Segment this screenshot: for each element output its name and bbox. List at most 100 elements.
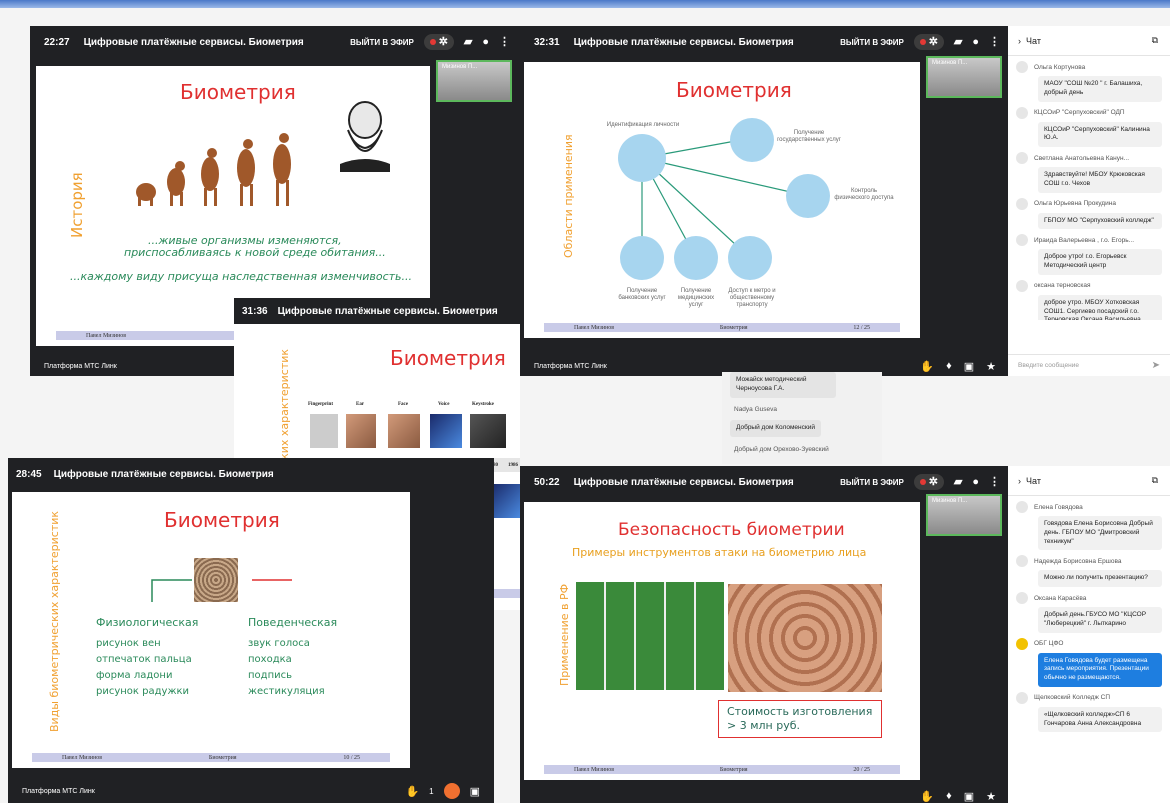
- window-header: 22:27 Цифровые платёжные сервисы. Биомет…: [30, 26, 520, 58]
- more-icon[interactable]: ⋮: [499, 36, 510, 48]
- window-footer: Платформа МТС Линк ✋ 1 ▣: [8, 779, 494, 803]
- identity-circle: [618, 134, 666, 182]
- chat-title: Чат: [1026, 475, 1041, 486]
- screen-icon[interactable]: ▣: [470, 785, 480, 798]
- chat-message: Ольга Юрьевна Прокудина ГБПОУ МО "Серпухо…: [1016, 197, 1162, 230]
- chat-message: Ольга Кортунова МАОУ "СОШ №20 " г. Балаши…: [1016, 61, 1162, 102]
- avatar: [1016, 279, 1028, 292]
- reaction-button[interactable]: [443, 783, 460, 799]
- slide-footer: Павел Мизинов Биометрия 10 / 25: [32, 753, 390, 762]
- hand-count: 1: [429, 786, 434, 796]
- avatar: [1016, 106, 1028, 119]
- reaction-icon[interactable]: ♦: [946, 360, 952, 373]
- camera-thumbnail[interactable]: Мизинов П...: [926, 56, 1002, 98]
- medical-circle: [674, 236, 718, 280]
- chat-header: › Чат ⧉: [1008, 466, 1170, 496]
- chat-icon[interactable]: ▰: [954, 36, 962, 48]
- metro-circle: [728, 236, 772, 280]
- record-icon: [919, 479, 926, 485]
- slide-title: Безопасность биометрии: [618, 520, 845, 540]
- platform-label: Платформа МТС Линк: [22, 787, 95, 795]
- record-toggle[interactable]: ✲: [423, 34, 454, 50]
- thumb-name: Мизинов П...: [932, 60, 968, 66]
- camera-thumbnail[interactable]: Мизинов П...: [926, 494, 1002, 536]
- screen-icon[interactable]: ▣: [964, 790, 974, 803]
- record-icon: [429, 39, 436, 45]
- darwin-portrait: [340, 101, 390, 172]
- record-toggle[interactable]: ✲: [913, 34, 944, 50]
- send-icon[interactable]: ➤: [1152, 360, 1160, 371]
- col1-title: Физиологическая: [96, 616, 199, 629]
- slide-footer: Павел Мизинов Биометрия 20 / 25: [544, 765, 900, 774]
- chat-message: ОБГ ЦФО Елена Говядова будет размещена за…: [1016, 637, 1162, 687]
- camera-thumbnail[interactable]: Мизинов П...: [436, 60, 512, 102]
- col2-title: Поведенческая: [248, 616, 338, 629]
- user-icon[interactable]: ●: [972, 36, 979, 48]
- webinar-title: Цифровые платёжные сервисы. Биометрия: [573, 476, 794, 488]
- chat-icon[interactable]: ▰: [464, 36, 472, 48]
- hand-icon[interactable]: ✋: [920, 790, 934, 803]
- col1-item: отпечаток пальца: [96, 654, 192, 665]
- webinar-title: Цифровые платёжные сервисы. Биометрия: [53, 468, 274, 480]
- avatar: [1016, 691, 1028, 704]
- chat-input[interactable]: Введите сообщение ➤: [1008, 354, 1170, 376]
- avatar: [1016, 501, 1028, 513]
- chat-panel: › Чат ⧉ Елена Говядова Говядова Елена Бори…: [1008, 466, 1170, 803]
- hand-icon[interactable]: ✋: [405, 785, 419, 798]
- chat-message: Оксана Карасёва Добрый день.ГБУСО МО "КЦС…: [1016, 592, 1162, 633]
- window-2: 32:31 Цифровые платёжные сервисы. Биомет…: [520, 26, 1010, 376]
- go-live-button[interactable]: ВЫЙТИ В ЭФИР: [350, 38, 414, 47]
- popout-icon[interactable]: ⧉: [1152, 35, 1158, 46]
- platform-label: Платформа МТС Линк: [534, 362, 607, 370]
- chevron-right-icon[interactable]: ›: [1018, 36, 1021, 46]
- webinar-title: Цифровые платёжные сервисы. Биометрия: [573, 36, 794, 48]
- slide-vertical: Применение в РФ: [558, 583, 571, 686]
- timer: 22:27: [44, 36, 70, 48]
- slide-footer: Павел Мизинов Биометрия 12 / 25: [544, 323, 900, 332]
- timer: 31:36: [242, 305, 268, 317]
- window-footer: ✋ ♦ ▣ ★: [520, 789, 1010, 803]
- avatar: [1016, 637, 1028, 650]
- chevron-right-icon[interactable]: ›: [1018, 476, 1021, 486]
- chat-title: Чат: [1026, 35, 1041, 46]
- fingerprint-image: [310, 414, 338, 448]
- avatar: [1016, 61, 1028, 73]
- record-toggle[interactable]: ✲: [913, 474, 944, 490]
- avatar: [1016, 197, 1028, 210]
- year-label: 1986: [508, 463, 518, 468]
- more-icon[interactable]: ⋮: [989, 476, 1000, 488]
- chat-icon[interactable]: ▰: [954, 476, 962, 488]
- mask-grid: [728, 584, 882, 692]
- gov-circle: [730, 118, 774, 162]
- popout-icon[interactable]: ⧉: [1152, 475, 1158, 486]
- slide-title: Биометрия: [390, 346, 506, 370]
- cost-box: Стоимость изготовления > 3 млн руб.: [718, 700, 882, 738]
- hand-icon[interactable]: ✋: [920, 360, 934, 373]
- chat-message: Светлана Анатольевна Канун... Здравствуйт…: [1016, 152, 1162, 193]
- user-icon[interactable]: ●: [972, 476, 979, 488]
- col2-item: звук голоса: [248, 638, 310, 649]
- slide: Биометрия Виды биометрических характерис…: [12, 492, 410, 768]
- avatar: [1016, 555, 1028, 568]
- branch-lines: [151, 579, 292, 602]
- reaction-icon[interactable]: ♦: [946, 790, 952, 803]
- settings-icon: ✲: [438, 35, 448, 48]
- label-access: Контроль физического доступа: [834, 188, 894, 202]
- user-icon[interactable]: ●: [482, 36, 489, 48]
- thumb-name: Мизинов П...: [442, 64, 478, 70]
- label-face: Face: [398, 402, 408, 407]
- window-5: 50:22 Цифровые платёжные сервисы. Биомет…: [520, 466, 1010, 803]
- screen-icon[interactable]: ▣: [964, 360, 974, 373]
- slide: Биометрия Области применения Идентификац…: [524, 62, 920, 338]
- chat-panel: › Чат ⧉ Ольга Кортунова МАОУ "СОШ №20 " г.…: [1008, 26, 1170, 376]
- more-icon[interactable]: ⋮: [989, 36, 1000, 48]
- window-header: 32:31 Цифровые платёжные сервисы. Биомет…: [520, 26, 1010, 58]
- slide-vertical: История: [68, 172, 86, 238]
- chat-message: Надежда Борисовна Ершова Можно ли получит…: [1016, 555, 1162, 588]
- star-icon[interactable]: ★: [986, 790, 996, 803]
- avatar: [1016, 592, 1028, 605]
- go-live-button[interactable]: ВЫЙТИ В ЭФИР: [840, 38, 904, 47]
- go-live-button[interactable]: ВЫЙТИ В ЭФИР: [840, 478, 904, 487]
- slide: Безопасность биометрии Примеры инструмен…: [524, 502, 920, 780]
- star-icon[interactable]: ★: [986, 360, 996, 373]
